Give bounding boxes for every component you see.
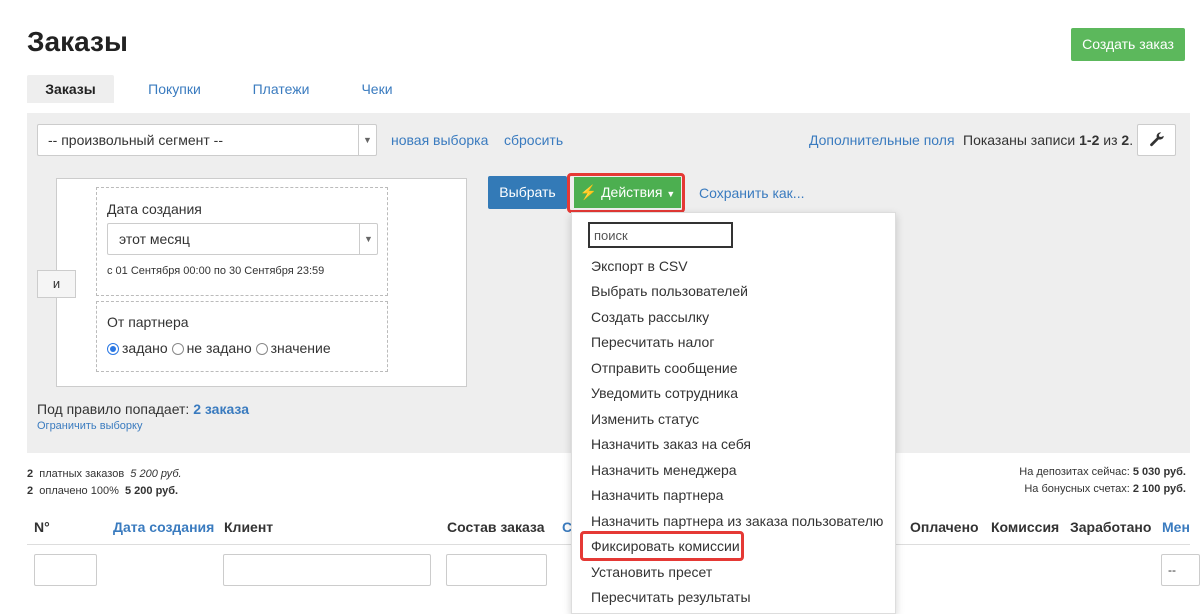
menu-item-send-message[interactable]: Отправить сообщение <box>591 360 738 376</box>
filter-manager-select[interactable]: -- <box>1161 554 1200 586</box>
th-composition: Состав заказа <box>447 519 545 535</box>
segment-select-value: -- произвольный сегмент -- <box>48 132 223 148</box>
filter-composition-input[interactable] <box>446 554 547 586</box>
rule-partner-label: От партнера <box>107 314 189 330</box>
extra-fields-link[interactable]: Дополнительные поля <box>809 132 955 148</box>
summary-paid: 2 платных заказов 5 200 руб. <box>27 468 182 480</box>
period-hint: с 01 Сентября 00:00 по 30 Сентября 23:59 <box>107 265 325 277</box>
menu-search-input[interactable] <box>588 222 733 248</box>
summary-bonus: На бонусных счетах: 2 100 руб. <box>1024 483 1186 495</box>
radio-selected-icon <box>107 343 119 355</box>
partner-radio-group: задано не задано значение <box>107 340 331 356</box>
radio-icon <box>255 343 268 355</box>
th-number: N° <box>34 519 50 535</box>
period-select-value: этот месяц <box>119 231 190 247</box>
page-title: Заказы <box>27 26 128 57</box>
menu-item-select-users[interactable]: Выбрать пользователей <box>591 283 748 299</box>
radio-value[interactable]: значение <box>255 340 331 356</box>
menu-item-set-preset[interactable]: Установить пресет <box>591 564 712 580</box>
chevron-down-icon: ▼ <box>359 224 377 254</box>
radio-not-set[interactable]: не задано <box>171 340 252 356</box>
settings-wrench-button[interactable] <box>1137 124 1176 156</box>
rule-partner <box>96 301 388 372</box>
th-client: Клиент <box>224 519 274 535</box>
tab-payments[interactable]: Платежи <box>237 75 325 103</box>
save-as-link[interactable]: Сохранить как... <box>699 185 804 201</box>
records-info: Показаны записи 1-2 из 2. <box>963 132 1134 148</box>
menu-item-create-mailing[interactable]: Создать рассылку <box>591 309 709 325</box>
segment-select[interactable]: -- произвольный сегмент -- ▼ <box>37 124 377 156</box>
menu-item-recalc-tax[interactable]: Пересчитать налог <box>591 334 714 350</box>
tab-orders[interactable]: Заказы <box>27 75 114 103</box>
th-paid: Оплачено <box>910 519 979 535</box>
filter-number-input[interactable] <box>34 554 97 586</box>
summary-paid-full: 2 оплачено 100% 5 200 руб. <box>27 485 179 497</box>
create-order-button[interactable]: Создать заказ <box>1071 28 1185 61</box>
radio-set[interactable]: задано <box>107 340 168 356</box>
summary-deposit: На депозитах сейчас: 5 030 руб. <box>1019 466 1186 478</box>
new-selection-link[interactable]: новая выборка <box>391 132 488 148</box>
filter-client-input[interactable] <box>223 554 431 586</box>
match-count-link[interactable]: 2 заказа <box>193 401 249 417</box>
wrench-icon <box>1150 132 1164 147</box>
tab-purchases[interactable]: Покупки <box>128 75 221 103</box>
menu-item-assign-partner-from-order[interactable]: Назначить партнера из заказа пользовател… <box>591 513 883 529</box>
rule-created-date-label: Дата создания <box>107 201 202 217</box>
menu-item-assign-partner[interactable]: Назначить партнера <box>591 487 723 503</box>
match-info: Под правило попадает: 2 заказа <box>37 401 249 417</box>
radio-icon <box>171 343 184 355</box>
actions-highlight-frame <box>567 173 685 213</box>
menu-item-recalc-results[interactable]: Пересчитать результаты <box>591 589 751 605</box>
th-manager[interactable]: Мен <box>1162 519 1190 535</box>
menu-item-change-status[interactable]: Изменить статус <box>591 411 699 427</box>
tab-receipts[interactable]: Чеки <box>343 75 411 103</box>
menu-item-assign-self[interactable]: Назначить заказ на себя <box>591 436 751 452</box>
choose-button[interactable]: Выбрать <box>488 176 567 209</box>
th-created-date[interactable]: Дата создания <box>113 519 214 535</box>
th-earned: Заработано <box>1070 519 1152 535</box>
menu-item-notify-employee[interactable]: Уведомить сотрудника <box>591 385 738 401</box>
th-commission: Комиссия <box>991 519 1060 535</box>
and-operator-button[interactable]: и <box>37 270 76 298</box>
menu-item-export-csv[interactable]: Экспорт в CSV <box>591 258 688 274</box>
period-select[interactable]: этот месяц ▼ <box>107 223 378 255</box>
chevron-down-icon: ▼ <box>358 125 376 155</box>
reset-link[interactable]: сбросить <box>504 132 563 148</box>
fix-commissions-highlight-frame <box>580 531 744 561</box>
menu-item-assign-manager[interactable]: Назначить менеджера <box>591 462 737 478</box>
limit-selection-link[interactable]: Ограничить выборку <box>37 420 142 432</box>
